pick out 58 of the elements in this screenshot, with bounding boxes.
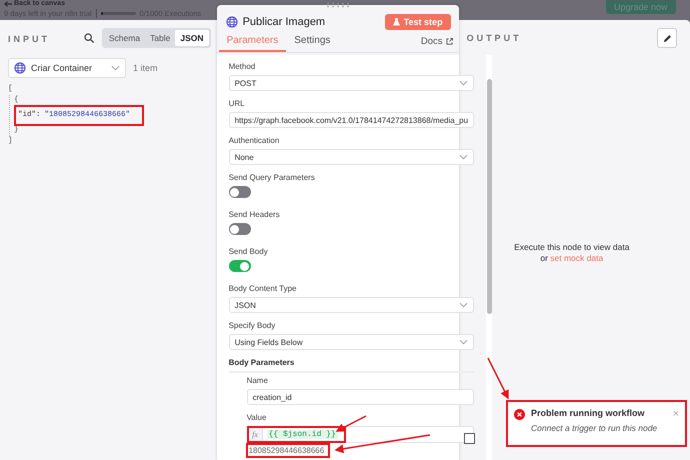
chevron-icon: [111, 65, 120, 71]
expression-code: {{ $json.id }}: [266, 430, 338, 438]
docs-link[interactable]: Docs: [420, 36, 453, 52]
chevron-icon: [459, 80, 468, 86]
expand-icon[interactable]: [464, 433, 476, 444]
select-field[interactable]: JSON: [228, 297, 474, 313]
back-arrow-icon[interactable]: [4, 1, 12, 7]
external-link-icon: [446, 38, 453, 45]
field-label: Body Content Type: [228, 284, 296, 294]
pencil-icon: [662, 34, 672, 42]
error-icon: [514, 409, 525, 420]
globe-icon: [226, 16, 238, 28]
select-value: POST: [234, 78, 258, 88]
field-label: Value: [246, 413, 266, 423]
select-value: None: [234, 152, 255, 162]
toggle-switch[interactable]: [228, 260, 251, 272]
chevron-icon: [459, 154, 468, 160]
field-label: Authentication: [228, 136, 280, 146]
select-field[interactable]: Using Fields Below: [228, 334, 474, 350]
field-label: URL: [228, 99, 245, 109]
node-select[interactable]: Criar Container: [8, 58, 126, 78]
name-input-field[interactable]: creation_id: [246, 389, 474, 405]
chevron-icon: [459, 302, 468, 308]
expression-result: 18085298446638666: [248, 445, 324, 456]
scrollbar[interactable]: [487, 79, 492, 314]
field-label: Send Headers: [228, 210, 280, 220]
view-tab[interactable]: JSON: [175, 30, 209, 46]
empty-state-text: Execute this node to view data: [513, 242, 630, 253]
flask-icon: [392, 18, 400, 26]
or-text: or: [540, 253, 548, 263]
chevron-icon: [459, 339, 468, 345]
node-title: Publicar Imagem: [242, 16, 326, 28]
arrow: [336, 415, 366, 432]
select-field[interactable]: None: [228, 149, 474, 165]
item-count: 1 item: [133, 63, 158, 73]
globe-icon: [14, 62, 26, 74]
select-value: JSON: [234, 300, 257, 310]
toast-message: Connect a trigger to run this node: [531, 423, 658, 433]
select-field[interactable]: POST: [228, 75, 474, 91]
toast-title: Problem running workflow: [531, 408, 646, 418]
view-tab[interactable]: Schema: [104, 30, 146, 46]
search-icon[interactable]: [84, 33, 94, 43]
panel-title: OUTPUT: [466, 33, 523, 43]
view-tab[interactable]: Table: [145, 30, 176, 46]
node-select-value: Criar Container: [31, 63, 94, 73]
field-label: Specify Body: [228, 321, 276, 331]
fx-label: fx: [248, 428, 263, 440]
url-input-field[interactable]: https://graph.facebook.com/v21.0/17841474272813868/media_pu: [228, 112, 474, 128]
field-label: Method: [228, 62, 256, 72]
panel-title: INPUT: [8, 34, 51, 44]
edit-button[interactable]: [657, 28, 677, 48]
field-label: Name: [246, 376, 268, 386]
field-label: Send Query Parameters: [228, 173, 315, 183]
toggle-switch[interactable]: [228, 223, 251, 235]
field-label: Send Body: [228, 247, 268, 257]
select-value: Using Fields Below: [234, 338, 304, 346]
toggle-switch[interactable]: [228, 186, 251, 198]
settings-tab[interactable]: Settings: [286, 35, 338, 52]
